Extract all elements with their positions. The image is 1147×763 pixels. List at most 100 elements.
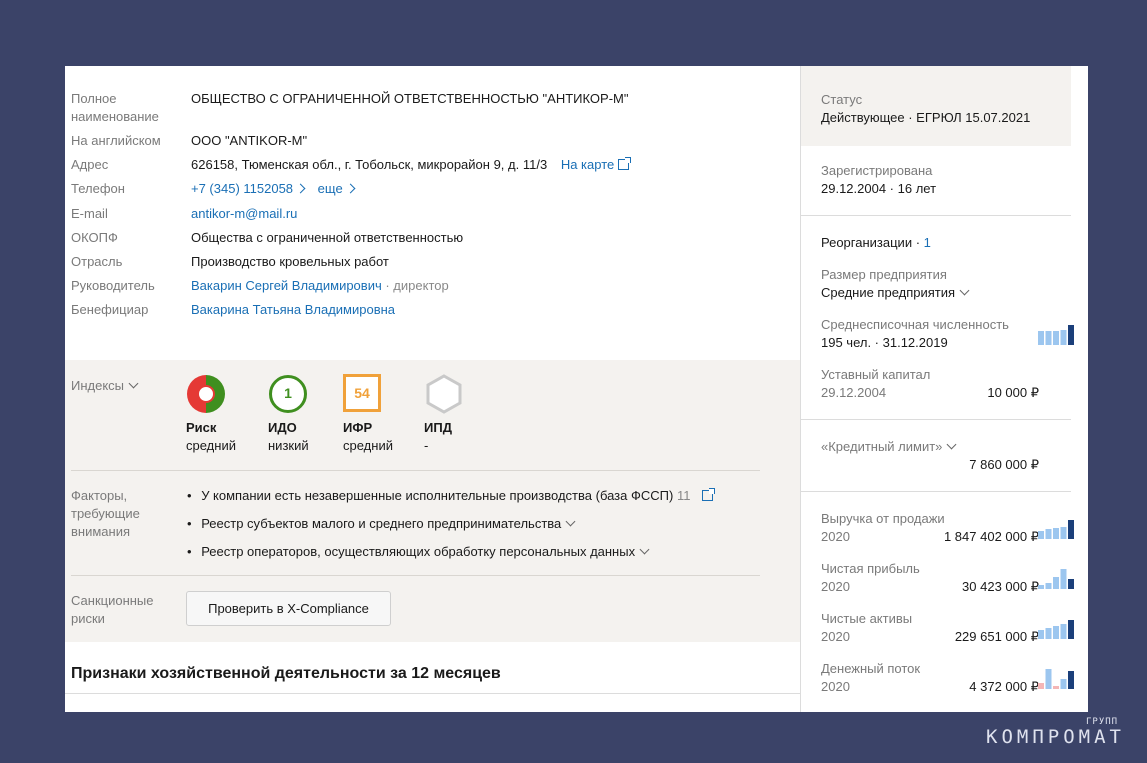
ido-badge: 1 xyxy=(284,385,292,401)
sparkline-bar xyxy=(1045,583,1052,589)
external-link-icon[interactable] xyxy=(702,488,716,501)
head-link[interactable]: Вакарин Сергей Владимирович xyxy=(191,278,382,293)
finance-value: 4 372 000 ₽ xyxy=(969,679,1039,694)
company-card: Полное наименование ОБЩЕСТВО С ОГРАНИЧЕН… xyxy=(65,66,1088,712)
watermark-logo: КОМПРОМАТ ГРУПП xyxy=(986,717,1125,748)
head-row: Вакарин Сергей Владимирович · директор xyxy=(191,277,449,295)
email-label: E-mail xyxy=(71,206,108,221)
hexagon-icon xyxy=(426,374,462,414)
divider xyxy=(801,491,1071,492)
email-link[interactable]: antikor-m@mail.ru xyxy=(191,205,297,223)
factor-item: У компании есть незавершенные исполнител… xyxy=(187,487,716,505)
headcount-value: 195 чел. · 31.12.2019 xyxy=(821,335,948,350)
sparkline-bar xyxy=(1068,579,1074,589)
divider xyxy=(65,693,800,694)
finance-label: Выручка от продажи xyxy=(821,511,945,526)
sparkline-bar xyxy=(1053,626,1059,639)
registered-label: Зарегистрирована xyxy=(821,163,933,178)
english-value: ООО "ANTIKOR-M" xyxy=(191,133,308,148)
sparkline-bar xyxy=(1045,529,1052,539)
divider xyxy=(71,575,760,576)
finance-value: 30 423 000 ₽ xyxy=(962,579,1039,594)
risk-gauge-icon xyxy=(187,375,225,413)
finance-value: 229 651 000 ₽ xyxy=(954,629,1039,644)
finance-year: 2020 xyxy=(821,529,850,544)
sparkline-bar xyxy=(1060,679,1067,689)
finance-year: 2020 xyxy=(821,579,850,594)
sparkline-bar xyxy=(1053,528,1059,539)
index-level: средний xyxy=(186,438,236,453)
divider xyxy=(71,470,760,471)
sparkline-bar xyxy=(1068,671,1074,689)
factor-item[interactable]: Реестр субъектов малого и среднего предп… xyxy=(187,515,576,533)
divider xyxy=(801,215,1071,216)
indexes-toggle[interactable]: Индексы xyxy=(71,377,139,395)
capital-value: 10 000 ₽ xyxy=(987,385,1039,400)
index-title: Риск xyxy=(186,420,217,435)
main-panel: Полное наименование ОБЩЕСТВО С ОГРАНИЧЕН… xyxy=(65,66,800,712)
status-value: Действующее · ЕГРЮЛ 15.07.2021 xyxy=(821,110,1031,125)
chevron-down-icon xyxy=(565,516,576,527)
full-name-label: Полное наименование xyxy=(71,91,159,124)
phone-link[interactable]: +7 (345) 1152058 xyxy=(191,181,306,196)
factor-item[interactable]: Реестр операторов, осуществляющих обрабо… xyxy=(187,543,650,561)
summary-panel: Статус Действующее · ЕГРЮЛ 15.07.2021 За… xyxy=(800,66,1088,712)
check-compliance-button[interactable]: Проверить в X-Compliance xyxy=(186,591,391,626)
address-value: 626158, Тюменская обл., г. Тобольск, мик… xyxy=(191,157,548,172)
finance-label: Чистые активы xyxy=(821,611,913,626)
sparkline-bar xyxy=(1038,531,1044,539)
finance-sparkline xyxy=(1038,669,1074,689)
size-value[interactable]: Средние предприятия xyxy=(821,285,970,300)
finance-value: 1 847 402 000 ₽ xyxy=(943,529,1039,544)
address-row: 626158, Тюменская обл., г. Тобольск, мик… xyxy=(191,156,632,174)
factors-label: Факторы, требующие внимания xyxy=(71,488,140,539)
sparkline-bar xyxy=(1045,628,1052,639)
index-level: - xyxy=(424,438,429,453)
status-label: Статус xyxy=(821,92,863,107)
index-ipd[interactable]: ИПД - xyxy=(424,374,464,453)
sparkline-bar xyxy=(1068,620,1074,639)
index-title: ИДО xyxy=(268,420,297,435)
section-title: Признаки хозяйственной деятельности за 1… xyxy=(71,665,501,682)
chevron-down-icon xyxy=(946,439,957,450)
index-risk[interactable]: Риск средний xyxy=(186,374,236,453)
index-title: ИФР xyxy=(343,420,373,435)
sparkline-bar xyxy=(1060,624,1067,639)
chevron-down-icon xyxy=(639,544,650,555)
index-ido[interactable]: 1 ИДО низкий xyxy=(268,374,309,453)
size-label: Размер предприятия xyxy=(821,267,947,282)
full-name-value: ОБЩЕСТВО С ОГРАНИЧЕННОЙ ОТВЕТСТВЕННОСТЬЮ… xyxy=(191,91,629,106)
status-block: Статус Действующее · ЕГРЮЛ 15.07.2021 xyxy=(801,66,1071,146)
sparkline-bar xyxy=(1038,683,1044,689)
phone-more-link[interactable]: еще xyxy=(318,181,356,196)
chevron-down-icon xyxy=(128,378,139,389)
industry-label: Отрасль xyxy=(71,254,123,269)
factor-count: 11 xyxy=(676,488,691,503)
map-link[interactable]: На карте xyxy=(561,157,632,172)
head-label: Руководитель xyxy=(71,278,155,293)
chevron-right-icon xyxy=(345,183,356,194)
beneficiary-label: Бенефициар xyxy=(71,302,149,317)
registered-value: 29.12.2004 · 16 лет xyxy=(821,181,937,196)
okopf-label: ОКОПФ xyxy=(71,230,118,245)
sparkline-bar xyxy=(1045,669,1052,689)
sanctions-label: Санкционные риски xyxy=(71,593,154,626)
reorganizations[interactable]: Реорганизации · 1 xyxy=(821,235,931,250)
english-label: На английском xyxy=(71,133,161,148)
finance-sparkline xyxy=(1038,569,1074,589)
sparkline-bar xyxy=(1053,686,1059,689)
chevron-right-icon xyxy=(295,183,306,194)
divider xyxy=(801,419,1071,420)
sparkline-bar xyxy=(1068,520,1074,539)
finance-year: 2020 xyxy=(821,629,850,644)
finance-label: Денежный поток xyxy=(821,661,921,676)
credit-limit-value: 7 860 000 ₽ xyxy=(969,457,1039,472)
credit-limit-toggle[interactable]: «Кредитный лимит» xyxy=(821,439,957,454)
beneficiary-link[interactable]: Вакарина Татьяна Владимировна xyxy=(191,301,395,319)
capital-label: Уставный капитал xyxy=(821,367,931,382)
index-level: низкий xyxy=(268,438,309,453)
external-link-icon xyxy=(618,157,632,170)
industry-value: Производство кровельных работ xyxy=(191,254,389,269)
finance-sparkline xyxy=(1038,520,1074,539)
index-ifr[interactable]: 54 ИФР средний xyxy=(343,374,393,453)
